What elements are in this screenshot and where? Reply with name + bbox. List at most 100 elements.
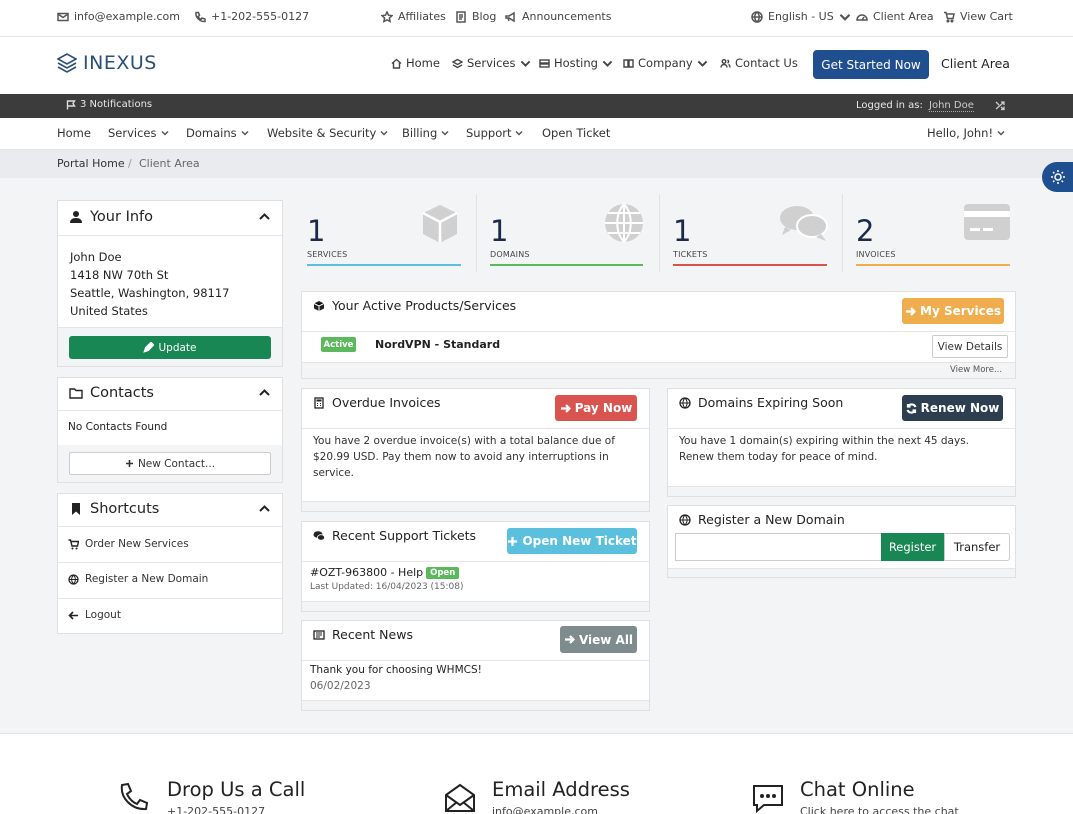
secnav-website-security[interactable]: Website & Security bbox=[267, 126, 388, 140]
my-services-button[interactable]: My Services bbox=[902, 298, 1004, 324]
secnav-home[interactable]: Home bbox=[57, 126, 91, 140]
domains-expiring-title: Domains Expiring Soon bbox=[679, 395, 843, 410]
register-domain-title: Register a New Domain bbox=[679, 512, 845, 527]
stat-domains-value: 1 bbox=[490, 214, 509, 248]
site-logo[interactable]: INEXUS bbox=[57, 52, 157, 74]
register-button[interactable]: Register bbox=[881, 533, 944, 561]
globe-icon bbox=[679, 513, 691, 526]
arrow-right-icon bbox=[906, 306, 916, 316]
topbar-email[interactable]: info@example.com bbox=[57, 10, 180, 23]
nav-home[interactable]: Home bbox=[391, 56, 440, 70]
shortcuts-panel: Shortcuts Order New Services Register a … bbox=[57, 493, 283, 634]
view-details-button[interactable]: View Details bbox=[932, 335, 1008, 358]
theme-toggle-button[interactable] bbox=[1042, 162, 1073, 192]
update-button[interactable]: Update bbox=[69, 336, 271, 359]
logged-in-username[interactable]: John Doe bbox=[929, 100, 974, 112]
stat-tickets-bar bbox=[673, 264, 827, 266]
new-contact-button[interactable]: New Contact... bbox=[69, 452, 271, 475]
nav-contact-us[interactable]: Contact Us bbox=[720, 56, 798, 70]
nav-services[interactable]: Services bbox=[452, 56, 531, 70]
shortcuts-header[interactable]: Shortcuts bbox=[69, 501, 159, 517]
stat-tickets[interactable]: 1 TICKETS bbox=[667, 194, 833, 272]
notifications-toggle[interactable]: 3 Notifications bbox=[66, 99, 152, 110]
shortcut-logout[interactable]: Logout bbox=[68, 609, 121, 621]
footer-call-title: Drop Us a Call bbox=[167, 778, 306, 801]
globe-icon bbox=[751, 10, 763, 23]
recent-tickets-panel: Recent Support Tickets Open New Ticket #… bbox=[301, 521, 650, 612]
chevron-down-icon bbox=[380, 130, 388, 136]
footer-call-sub: +1-202-555-0127 bbox=[167, 805, 266, 814]
chevron-up-icon[interactable] bbox=[258, 386, 271, 399]
sun-icon bbox=[1051, 170, 1065, 184]
chevron-up-icon[interactable] bbox=[258, 210, 271, 223]
contacts-panel: Contacts No Contacts Found New Contact..… bbox=[57, 377, 283, 483]
chevron-down-icon bbox=[441, 130, 449, 136]
secnav-open-ticket[interactable]: Open Ticket bbox=[542, 126, 610, 140]
your-info-header[interactable]: Your Info bbox=[69, 209, 153, 225]
recent-tickets-title: Recent Support Tickets bbox=[313, 528, 476, 543]
domain-search-input[interactable] bbox=[675, 533, 881, 561]
credit-card-icon bbox=[964, 204, 1010, 240]
domains-expiring-text: You have 1 domain(s) expiring within the… bbox=[679, 435, 970, 463]
header-client-area-link[interactable]: Client Area bbox=[941, 56, 1010, 71]
stat-services[interactable]: 1 SERVICES bbox=[301, 194, 467, 272]
arrow-left-icon bbox=[68, 610, 78, 620]
topbar-client-area[interactable]: Client Area bbox=[856, 10, 934, 23]
get-started-button[interactable]: Get Started Now bbox=[813, 50, 929, 79]
pay-now-button[interactable]: Pay Now bbox=[555, 395, 637, 421]
user-icon bbox=[70, 211, 82, 223]
nav-company[interactable]: Company bbox=[623, 56, 708, 70]
info-address2: Seattle, Washington, 98117 bbox=[70, 286, 230, 300]
breadcrumb-portal-home[interactable]: Portal Home bbox=[57, 157, 125, 170]
secnav-services[interactable]: Services bbox=[108, 126, 169, 140]
book-icon bbox=[623, 58, 634, 68]
cube-icon bbox=[422, 205, 458, 243]
chevron-up-icon[interactable] bbox=[258, 502, 271, 515]
topbar-blog[interactable]: Blog bbox=[455, 10, 496, 23]
shortcut-register-domain[interactable]: Register a New Domain bbox=[68, 573, 208, 585]
footer-call[interactable]: Drop Us a Call +1-202-555-0127 bbox=[167, 778, 305, 814]
ticket-item[interactable]: #OZT-963800 - Help Open bbox=[310, 566, 460, 579]
stat-domains[interactable]: 1 DOMAINS bbox=[484, 194, 650, 272]
users-icon bbox=[720, 58, 731, 68]
breadcrumb-current: Client Area bbox=[139, 157, 200, 170]
bookmark-icon bbox=[72, 503, 80, 515]
news-item-title[interactable]: Thank you for choosing WHMCS! bbox=[310, 664, 482, 676]
topbar-view-cart[interactable]: View Cart bbox=[943, 10, 1013, 23]
view-more-link[interactable]: View More... bbox=[950, 365, 1002, 375]
site-footer: Drop Us a Call +1-202-555-0127 Email Add… bbox=[0, 733, 1073, 814]
renew-now-button[interactable]: Renew Now bbox=[902, 395, 1003, 421]
comments-icon bbox=[780, 206, 828, 241]
language-selector[interactable]: English - US bbox=[751, 10, 851, 23]
view-all-news-button[interactable]: View All bbox=[560, 626, 637, 653]
footer-email[interactable]: Email Address info@example.com bbox=[492, 778, 630, 814]
open-new-ticket-button[interactable]: Open New Ticket bbox=[507, 528, 637, 554]
active-status-badge: Active bbox=[321, 337, 356, 352]
chevron-down-icon bbox=[997, 130, 1005, 136]
megaphone-icon bbox=[505, 11, 515, 22]
topbar-phone[interactable]: +1-202-555-0127 bbox=[194, 10, 309, 23]
product-name[interactable]: NordVPN - Standard bbox=[375, 338, 500, 351]
register-domain-panel: Register a New Domain Register Transfer bbox=[667, 505, 1016, 578]
blog-icon bbox=[456, 10, 466, 23]
shortcut-order-new-services[interactable]: Order New Services bbox=[68, 538, 189, 550]
topbar-affiliates[interactable]: Affiliates bbox=[381, 10, 446, 23]
secnav-billing[interactable]: Billing bbox=[402, 126, 449, 140]
contacts-header[interactable]: Contacts bbox=[69, 385, 154, 401]
chevron-down-icon bbox=[602, 60, 613, 67]
transfer-button[interactable]: Transfer bbox=[944, 533, 1010, 561]
home-icon bbox=[391, 58, 402, 69]
recent-news-title: Recent News bbox=[313, 627, 413, 642]
flag-icon bbox=[66, 99, 76, 109]
breadcrumb: Portal Home / Client Area bbox=[0, 150, 1073, 178]
footer-chat[interactable]: Chat Online Click here to access the cha… bbox=[800, 778, 959, 814]
stat-services-bar bbox=[307, 264, 461, 266]
user-menu[interactable]: Hello, John! bbox=[927, 126, 1005, 140]
recent-news-panel: Recent News View All Thank you for choos… bbox=[301, 620, 650, 711]
stat-invoices[interactable]: 2 INVOICES bbox=[850, 194, 1016, 272]
topbar-announcements[interactable]: Announcements bbox=[505, 10, 611, 23]
secnav-support[interactable]: Support bbox=[466, 126, 523, 140]
nav-hosting[interactable]: Hosting bbox=[539, 56, 613, 70]
shuffle-icon[interactable] bbox=[995, 100, 1006, 111]
secnav-domains[interactable]: Domains bbox=[186, 126, 249, 140]
